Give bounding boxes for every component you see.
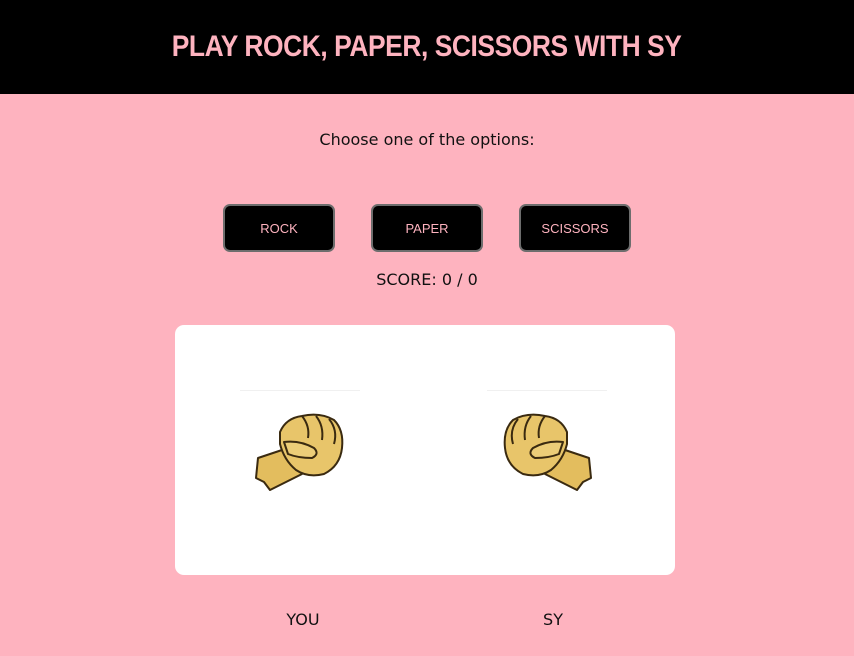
player-hand [240,390,360,500]
game-arena [175,325,675,575]
rock-button[interactable]: ROCK [223,204,335,252]
divider [240,390,360,391]
divider [487,390,607,391]
choose-prompt: Choose one of the options: [319,130,535,149]
score-display: SCORE: 0 / 0 [376,270,478,289]
choice-buttons: ROCK PAPER SCISSORS [0,204,854,252]
player-label-you: YOU [286,610,320,629]
opponent-hand [487,390,607,500]
player-label-sy: SY [543,610,563,629]
fist-icon [255,413,344,491]
fist-icon [503,413,592,491]
page-title: PLAY ROCK, PAPER, SCISSORS WITH SY [172,30,682,63]
page-header: PLAY ROCK, PAPER, SCISSORS WITH SY [0,0,854,94]
paper-button[interactable]: PAPER [371,204,483,252]
scissors-button[interactable]: SCISSORS [519,204,631,252]
